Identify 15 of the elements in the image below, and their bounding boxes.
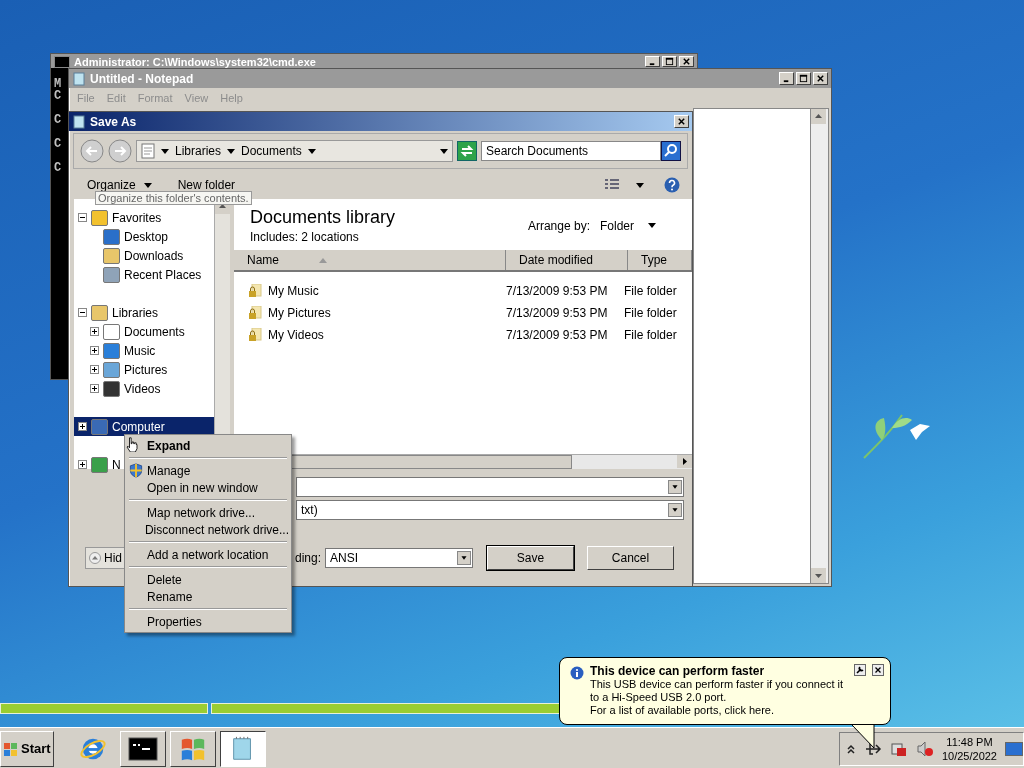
console-text: C <box>54 90 63 102</box>
console-text: C <box>54 162 63 174</box>
dialog-title: Save As <box>90 114 137 129</box>
console-text: C <box>54 114 63 126</box>
encoding-label: ding: <box>295 551 323 565</box>
notification-text: This USB device can perform faster if you connect it to a Hi-Speed USB 2.0 port. <box>590 678 845 704</box>
library-title: Documents library <box>250 207 397 228</box>
window-title: Administrator: C:\Windows\system32\cmd.exe <box>74 55 316 68</box>
arrange-label: Arrange by: <box>527 218 590 233</box>
console-text: M <box>54 78 63 90</box>
tooltip: Organize this folder's contents. <box>95 191 252 205</box>
console-text: C <box>54 138 63 150</box>
notification-title: This device can perform faster <box>590 664 766 678</box>
library-locations: Includes: 2 locations <box>250 230 360 244</box>
window-title: Untitled - Notepad <box>90 71 194 86</box>
